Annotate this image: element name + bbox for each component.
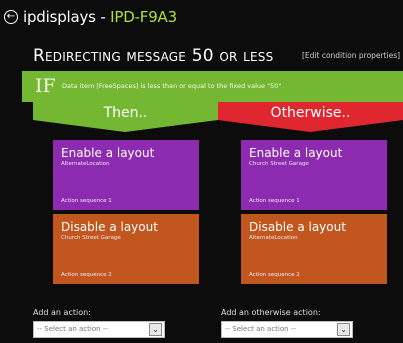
action-title: Enable a layout <box>249 146 343 160</box>
title-separator: - <box>95 8 111 26</box>
add-action-select-value: -- Select an action -- <box>37 325 108 333</box>
otherwise-action-tile-disable[interactable]: Disable a layout AlternateLocation Actio… <box>241 214 387 284</box>
add-otherwise-action-select[interactable]: -- Select an action -- ⌄ <box>221 321 353 338</box>
action-sequence: Action sequence 2 <box>249 272 300 278</box>
condition-bar[interactable]: IF Data item [FreeSpaces] is less than o… <box>22 71 403 102</box>
then-action-tile-disable[interactable]: Disable a layout Church Street Garage Ac… <box>53 214 199 284</box>
action-target: AlternateLocation <box>61 161 110 167</box>
brand-suffix: displays <box>36 8 96 26</box>
action-title: Enable a layout <box>61 146 155 160</box>
add-otherwise-action-select-value: -- Select an action -- <box>225 325 296 333</box>
otherwise-banner: Otherwise.. <box>218 102 403 132</box>
rule-title: Redirecting message 50 or less <box>33 46 274 66</box>
action-sequence: Action sequence 1 <box>61 198 112 204</box>
add-action-label: Add an action: <box>33 308 91 317</box>
action-title: Disable a layout <box>249 220 346 234</box>
action-target: AlternateLocation <box>249 235 298 241</box>
then-banner: Then.. <box>33 102 218 132</box>
action-sequence: Action sequence 1 <box>249 198 300 204</box>
brand-prefix: ip <box>23 8 37 26</box>
top-bar: ← ipdisplays - IPD-F9A3 <box>0 0 403 38</box>
add-action-select[interactable]: -- Select an action -- ⌄ <box>33 321 165 338</box>
action-target: Church Street Garage <box>61 235 121 241</box>
app-title: ipdisplays - IPD-F9A3 <box>23 8 177 26</box>
action-target: Church Street Garage <box>249 161 309 167</box>
back-arrow-icon[interactable]: ← <box>4 10 18 24</box>
action-title: Disable a layout <box>61 220 158 234</box>
chevron-down-icon[interactable]: ⌄ <box>337 323 350 336</box>
condition-text: Data item [FreeSpaces] is less than or e… <box>62 82 282 90</box>
then-action-tile-enable[interactable]: Enable a layout AlternateLocation Action… <box>53 140 199 210</box>
otherwise-label: Otherwise.. <box>270 105 351 121</box>
add-otherwise-action-label: Add an otherwise action: <box>221 308 321 317</box>
then-label: Then.. <box>103 105 148 121</box>
otherwise-action-tile-enable[interactable]: Enable a layout Church Street Garage Act… <box>241 140 387 210</box>
action-sequence: Action sequence 2 <box>61 272 112 278</box>
device-name: IPD-F9A3 <box>110 8 177 26</box>
if-label: IF <box>35 75 56 97</box>
chevron-down-icon[interactable]: ⌄ <box>149 323 162 336</box>
edit-condition-link[interactable]: [Edit condition properties] <box>302 51 400 60</box>
